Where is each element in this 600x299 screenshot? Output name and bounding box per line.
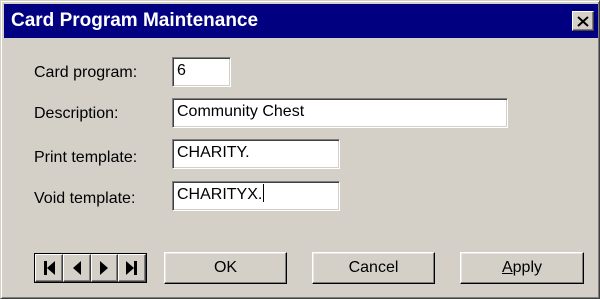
apply-button[interactable]: Apply	[460, 252, 584, 284]
close-icon	[577, 15, 589, 27]
void-template-field[interactable]: CHARITYX.	[172, 181, 340, 211]
previous-record-button[interactable]	[62, 254, 91, 282]
window-title: Card Program Maintenance	[11, 10, 259, 31]
cancel-button[interactable]: Cancel	[312, 252, 435, 284]
void-template-value: CHARITYX.	[177, 186, 263, 203]
next-record-button[interactable]	[90, 254, 119, 282]
print-template-field[interactable]: CHARITY.	[172, 139, 340, 169]
record-navigator	[34, 253, 147, 283]
card-program-label: Card program:	[34, 64, 138, 81]
void-template-label: Void template:	[34, 190, 136, 207]
apply-button-label: Apply	[501, 259, 543, 276]
first-record-button[interactable]	[35, 254, 63, 282]
description-field[interactable]: Community Chest	[172, 98, 508, 128]
first-record-icon	[43, 261, 55, 275]
previous-record-icon	[72, 261, 81, 275]
close-button[interactable]	[572, 11, 594, 31]
card-program-value: 6	[177, 62, 186, 79]
card-program-maintenance-dialog: Card Program Maintenance Card program: 6…	[0, 0, 600, 299]
description-label: Description:	[34, 105, 119, 122]
ok-button[interactable]: OK	[164, 252, 287, 284]
card-program-field[interactable]: 6	[172, 57, 231, 87]
ok-button-label: OK	[213, 259, 238, 276]
last-record-icon	[126, 261, 138, 275]
cancel-button-label: Cancel	[348, 259, 399, 276]
last-record-button[interactable]	[118, 254, 146, 282]
title-bar[interactable]: Card Program Maintenance	[4, 4, 598, 38]
print-template-label: Print template:	[34, 149, 138, 166]
next-record-icon	[100, 261, 109, 275]
text-cursor	[263, 184, 265, 202]
description-value: Community Chest	[177, 103, 305, 120]
print-template-value: CHARITY.	[177, 144, 250, 161]
